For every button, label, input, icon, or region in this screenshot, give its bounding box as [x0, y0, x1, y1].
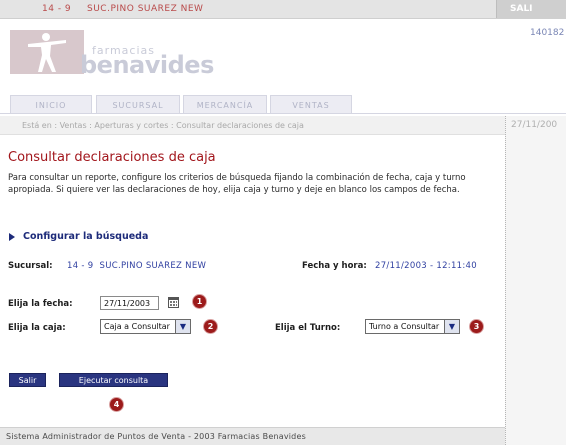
current-date: 27/11/200 [511, 120, 558, 130]
right-sidebar [505, 116, 566, 445]
tab-ventas[interactable]: VENTAS [270, 95, 352, 114]
chevron-down-icon[interactable]: ▼ [175, 320, 190, 333]
store-name: SUC.PINO SUAREZ NEW [87, 4, 204, 14]
caja-label: Elija la caja: [8, 323, 66, 333]
date-label: Elija la fecha: [8, 299, 73, 309]
logo-figure-icon [10, 30, 84, 74]
exit-link[interactable]: SALI [510, 4, 533, 14]
turno-label: Elija el Turno: [275, 323, 341, 333]
calendar-icon[interactable] [168, 297, 179, 308]
run-query-button[interactable]: Ejecutar consulta [59, 373, 168, 387]
datetime-label: Fecha y hora: [302, 261, 367, 271]
page-title: Consultar declaraciones de caja [8, 150, 216, 165]
caja-selected-value: Caja a Consultar [104, 322, 170, 331]
caja-select[interactable]: Caja a Consultar ▼ [100, 319, 191, 334]
sucursal-label: Sucursal: [8, 261, 53, 271]
exit-button[interactable]: Salir [9, 373, 46, 387]
sucursal-value: 14 - 9 SUC.PINO SUAREZ NEW [67, 261, 207, 271]
store-code: 14 - 9 [42, 4, 72, 14]
nav-divider [0, 113, 566, 114]
breadcrumb: Está en : Ventas : Aperturas y cortes : … [22, 121, 304, 130]
step-4-badge: 4 [110, 398, 123, 411]
date-input[interactable]: 27/11/2003 [100, 296, 159, 310]
tab-inicio[interactable]: INICIO [10, 95, 92, 114]
step-1-badge: 1 [193, 295, 206, 308]
step-3-badge: 3 [470, 320, 483, 333]
step-2-badge: 2 [204, 320, 217, 333]
configure-search-link[interactable]: Configurar la búsqueda [23, 231, 148, 242]
turno-selected-value: Turno a Consultar [369, 322, 440, 331]
tab-mercancia[interactable]: MERCANCÍA [183, 95, 267, 114]
turno-select[interactable]: Turno a Consultar ▼ [365, 319, 460, 334]
arrow-right-icon [9, 233, 15, 241]
chevron-down-icon[interactable]: ▼ [444, 320, 459, 333]
tab-sucursal[interactable]: SUCURSAL [96, 95, 180, 114]
ticket-number: 140182 [530, 28, 565, 38]
footer-text: Sistema Administrador de Puntos de Venta… [6, 432, 306, 441]
datetime-value: 27/11/2003 - 12:11:40 [375, 261, 477, 271]
logo-brand-name: benavides [80, 51, 214, 79]
top-bar [0, 0, 566, 19]
intro-text: Para consultar un reporte, configure los… [8, 173, 466, 195]
